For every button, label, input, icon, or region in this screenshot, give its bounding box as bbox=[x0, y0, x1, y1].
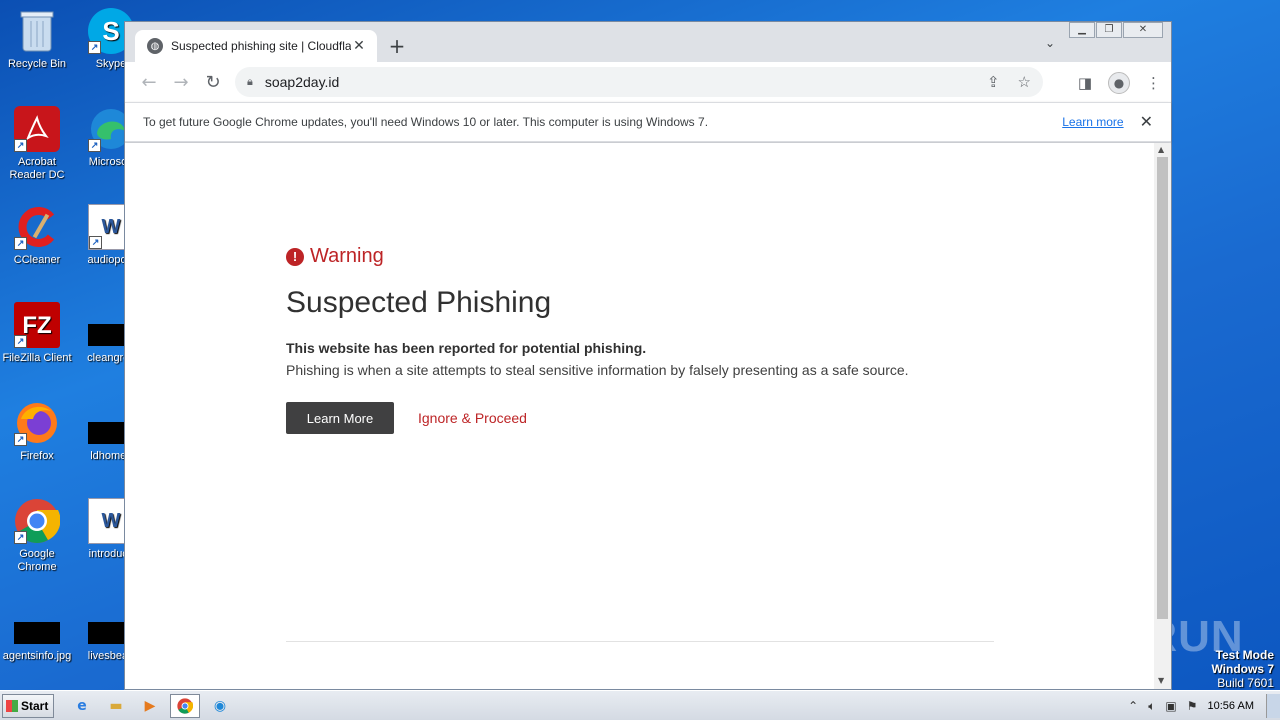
side-panel-icon[interactable]: ◨ bbox=[1078, 74, 1092, 92]
test-mode-notice: Test Mode Windows 7 Build 7601 bbox=[1211, 648, 1274, 690]
chrome-window: ◍ Suspected phishing site | Cloudflare ✕… bbox=[124, 21, 1172, 690]
taskbar-edge-icon[interactable]: ◉ bbox=[206, 694, 234, 718]
clock[interactable]: 10:56 AM bbox=[1208, 700, 1254, 712]
desktop-icon-acrobat[interactable]: ↗ Acrobat Reader DC bbox=[0, 106, 74, 182]
desktop-icon-agentsinfo[interactable]: agentsinfo.jpg bbox=[0, 610, 74, 663]
desktop-icon-filezilla[interactable]: FZ ↗ FileZilla Client bbox=[0, 302, 74, 365]
test-mode-line: Test Mode bbox=[1215, 648, 1274, 662]
update-infobar: To get future Google Chrome updates, you… bbox=[125, 102, 1171, 142]
close-tab-icon[interactable]: ✕ bbox=[351, 38, 367, 54]
action-center-flag-icon[interactable]: ⚑ bbox=[1187, 699, 1198, 713]
globe-icon: ◍ bbox=[147, 38, 163, 54]
scrollbar-thumb[interactable] bbox=[1157, 157, 1168, 619]
page-title: Suspected Phishing bbox=[286, 286, 552, 319]
taskbar-chrome-icon[interactable] bbox=[170, 693, 200, 718]
window-controls: ▁ ❐ ✕ bbox=[1068, 22, 1163, 38]
build-line: Build 7601 bbox=[1217, 676, 1274, 690]
desktop-icon-label: Firefox bbox=[20, 450, 54, 462]
ignore-proceed-link[interactable]: Ignore & Proceed bbox=[418, 410, 527, 426]
infobar-learn-more-link[interactable]: Learn more bbox=[1062, 115, 1123, 129]
desktop-icon-recycle-bin[interactable]: Recycle Bin bbox=[0, 8, 74, 71]
desktop-icon-ccleaner[interactable]: ↗ CCleaner bbox=[0, 204, 74, 267]
learn-more-button[interactable]: Learn More bbox=[286, 402, 394, 434]
tab-active[interactable]: ◍ Suspected phishing site | Cloudflare ✕ bbox=[135, 30, 377, 62]
show-desktop-button[interactable] bbox=[1266, 694, 1280, 718]
close-window-button[interactable]: ✕ bbox=[1123, 22, 1163, 38]
phishing-warning: ! Warning Suspected Phishing This websit… bbox=[286, 245, 1006, 434]
desktop-icon-label: CCleaner bbox=[13, 254, 61, 266]
warning-description: Phishing is when a site attempts to stea… bbox=[286, 362, 909, 378]
new-tab-button[interactable]: + bbox=[387, 34, 407, 58]
scroll-down-arrow-icon[interactable]: ▼ bbox=[1158, 676, 1164, 685]
tray-expand-icon[interactable]: ⌃ bbox=[1128, 699, 1138, 713]
desktop-icon-label: Recycle Bin bbox=[7, 58, 67, 70]
desktop-icon-label: agentsinfo.jpg bbox=[2, 650, 72, 662]
filezilla-icon: FZ ↗ bbox=[14, 302, 60, 348]
system-tray: ⌃ 🔈︎ ▣ ⚑ 10:56 AM bbox=[1128, 691, 1280, 720]
recycle-bin-icon bbox=[14, 8, 60, 54]
ccleaner-icon: ↗ bbox=[14, 204, 60, 250]
profile-avatar-icon[interactable]: ● bbox=[1108, 72, 1130, 94]
windows-flag-icon bbox=[6, 699, 18, 712]
tab-strip: ◍ Suspected phishing site | Cloudflare ✕… bbox=[125, 22, 1171, 62]
browser-toolbar: ← → ↻ 🔒︎ soap2day.id ⇪ ☆ ◨ ● ⋮ bbox=[125, 62, 1171, 102]
windows-version-line: Windows 7 bbox=[1211, 662, 1274, 676]
desktop-icon-label: Acrobat Reader DC bbox=[9, 156, 65, 181]
forward-arrow-icon[interactable]: → bbox=[165, 72, 197, 93]
firefox-icon: ↗ bbox=[14, 400, 60, 446]
page-scrollbar[interactable]: ▲ ▼ bbox=[1154, 143, 1171, 689]
warning-exclamation-icon: ! bbox=[286, 247, 304, 266]
acrobat-icon: ↗ bbox=[14, 106, 60, 152]
tab-title: Suspected phishing site | Cloudflare bbox=[171, 39, 351, 53]
scroll-up-arrow-icon[interactable]: ▲ bbox=[1158, 145, 1164, 154]
chrome-icon: ↗ bbox=[14, 498, 60, 544]
taskbar-explorer-icon[interactable]: ▬ bbox=[102, 694, 130, 718]
network-icon[interactable]: ▣ bbox=[1165, 699, 1176, 713]
volume-icon[interactable]: 🔈︎ bbox=[1148, 699, 1155, 714]
share-icon[interactable]: ⇪ bbox=[987, 73, 1000, 91]
infobar-close-icon[interactable]: ✕ bbox=[1140, 112, 1153, 132]
toolbar-right: ◨ ● ⋮ bbox=[1062, 72, 1161, 94]
taskbar-ie-icon[interactable]: e bbox=[68, 694, 96, 718]
menu-kebab-icon[interactable]: ⋮ bbox=[1146, 74, 1161, 92]
warning-header: ! Warning bbox=[286, 245, 1006, 268]
warning-actions: Learn More Ignore & Proceed bbox=[286, 402, 1006, 434]
taskbar-media-player-icon[interactable]: ▶ bbox=[136, 694, 164, 718]
tab-search-chevron-icon[interactable]: ⌄ bbox=[1045, 36, 1055, 50]
minimize-button[interactable]: ▁ bbox=[1069, 22, 1095, 38]
lock-icon[interactable]: 🔒︎ bbox=[247, 76, 253, 89]
start-button[interactable]: Start bbox=[2, 693, 54, 718]
page-content: ! Warning Suspected Phishing This websit… bbox=[125, 143, 1155, 689]
taskbar: Start e ▬ ▶ ◉ ⌃ 🔈︎ ▣ ⚑ 10:56 AM bbox=[0, 690, 1280, 720]
desktop-icon-label: Google Chrome bbox=[17, 548, 57, 573]
maximize-button[interactable]: ❐ bbox=[1096, 22, 1122, 38]
desktop-icon-label: FileZilla Client bbox=[2, 352, 72, 364]
url-text[interactable]: soap2day.id bbox=[265, 74, 969, 90]
desktop-icon-chrome[interactable]: ↗ Google Chrome bbox=[0, 498, 74, 574]
warning-summary: This website has been reported for poten… bbox=[286, 340, 647, 356]
back-arrow-icon[interactable]: ← bbox=[133, 72, 165, 93]
address-bar[interactable]: 🔒︎ soap2day.id ⇪ ☆ bbox=[235, 67, 1043, 97]
file-thumbnail-icon bbox=[14, 622, 60, 644]
desktop-icon-firefox[interactable]: ↗ Firefox bbox=[0, 400, 74, 463]
start-label: Start bbox=[21, 698, 49, 713]
warning-label: Warning bbox=[310, 245, 384, 267]
reload-icon[interactable]: ↻ bbox=[197, 72, 229, 93]
divider bbox=[286, 641, 994, 642]
bookmark-star-icon[interactable]: ☆ bbox=[1018, 73, 1031, 91]
infobar-message: To get future Google Chrome updates, you… bbox=[143, 115, 709, 129]
